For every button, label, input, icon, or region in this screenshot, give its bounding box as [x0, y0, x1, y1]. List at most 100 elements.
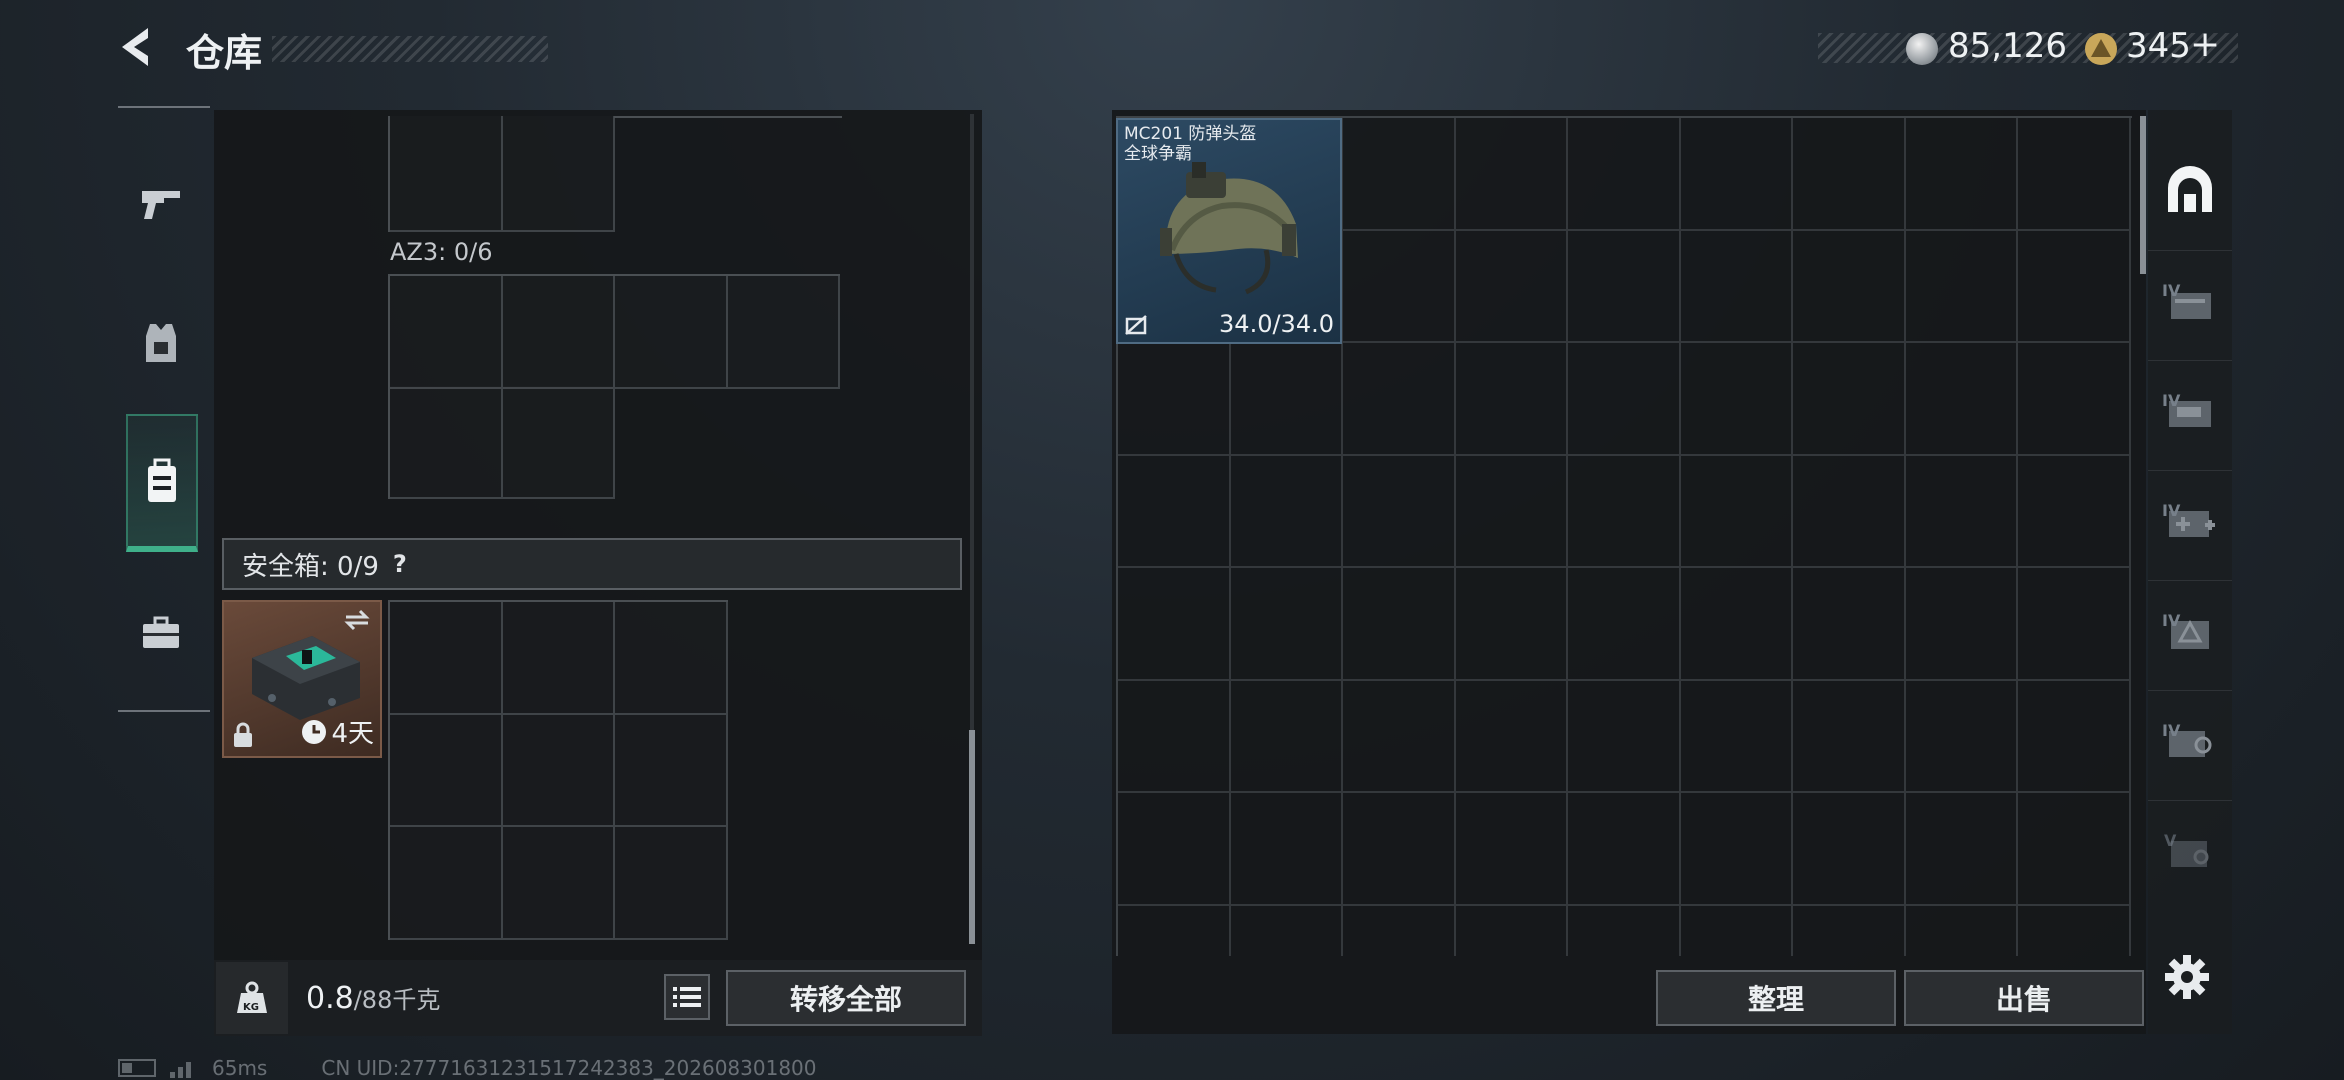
grid-cell[interactable] [1680, 680, 1793, 793]
sell-button[interactable]: 出售 [1904, 970, 2144, 1026]
grid-cell[interactable] [1230, 793, 1343, 906]
grid-cell[interactable] [1231, 905, 1343, 956]
grid-cell[interactable] [390, 602, 503, 715]
grid-cell[interactable] [390, 827, 503, 940]
grid-cell[interactable] [502, 714, 615, 827]
grid-cell[interactable] [1793, 568, 1906, 681]
grid-cell[interactable] [1793, 343, 1906, 456]
grid-cell[interactable] [1680, 230, 1793, 343]
grid-cell[interactable] [1118, 905, 1231, 956]
grid-cell[interactable] [1343, 568, 1456, 681]
grid-cell[interactable] [1568, 455, 1681, 568]
tab-tier4-weapons[interactable]: IV [2148, 250, 2232, 350]
tab-tier4-armor[interactable]: IV [2148, 360, 2232, 460]
back-button[interactable] [112, 22, 162, 72]
grid-cell[interactable] [1343, 343, 1456, 456]
grid-cell[interactable] [1681, 905, 1793, 956]
tab-backpack[interactable] [126, 414, 198, 552]
add-currency-button[interactable]: + [2190, 24, 2220, 65]
grid-cell[interactable] [2018, 568, 2131, 681]
grid-cell[interactable] [502, 276, 615, 389]
grid-cell[interactable] [1568, 905, 1681, 956]
grid-cell[interactable] [1456, 905, 1568, 956]
grid-cell[interactable] [2018, 118, 2131, 231]
grid-cell[interactable] [1230, 343, 1343, 456]
grid-cell[interactable] [1343, 118, 1456, 231]
safebox-item[interactable]: 4天 [222, 600, 382, 758]
grid-cell[interactable] [727, 276, 840, 389]
grid-cell[interactable] [1455, 568, 1568, 681]
tab-tier4-ammo[interactable]: IV [2148, 580, 2232, 680]
grid-cell[interactable] [1455, 455, 1568, 568]
grid-cell[interactable] [1568, 343, 1681, 456]
grid-cell[interactable] [1118, 793, 1231, 906]
grid-cell[interactable] [1118, 680, 1231, 793]
grid-cell[interactable] [1793, 118, 1906, 231]
grid-cell[interactable] [390, 276, 503, 389]
grid-cell[interactable] [1793, 230, 1906, 343]
swap-icon[interactable] [342, 608, 372, 632]
grid-cell[interactable] [1680, 343, 1793, 456]
grid-cell[interactable] [1680, 118, 1793, 231]
tab-case[interactable] [118, 578, 204, 688]
tab-tier5-misc[interactable]: V [2148, 800, 2232, 900]
grid-cell[interactable] [2018, 793, 2131, 906]
grid-cell[interactable] [1230, 680, 1343, 793]
grid-cell[interactable] [1905, 680, 2018, 793]
grid-cell[interactable] [2018, 230, 2131, 343]
grid-cell[interactable] [615, 276, 728, 389]
tab-all-storage[interactable] [2148, 140, 2232, 240]
helmet-item[interactable]: MC201 防弹头盔 全球争霸 34.0/34.0 [1116, 118, 1342, 344]
grid-cell[interactable] [1118, 455, 1231, 568]
grid-cell[interactable] [1905, 568, 2018, 681]
grid-cell[interactable] [615, 714, 728, 827]
grid-cell[interactable] [1455, 343, 1568, 456]
grid-cell[interactable] [502, 116, 615, 232]
grid-cell[interactable] [1680, 568, 1793, 681]
grid-cell[interactable] [1568, 680, 1681, 793]
left-scrollbar-thumb[interactable] [969, 730, 975, 944]
grid-cell[interactable] [1455, 680, 1568, 793]
grid-cell[interactable] [1905, 455, 2018, 568]
grid-cell[interactable] [1568, 568, 1681, 681]
grid-cell[interactable] [2018, 455, 2131, 568]
tab-weapons[interactable] [118, 148, 204, 258]
tab-tier4-keys[interactable]: IV [2148, 690, 2232, 790]
settings-button[interactable] [2162, 952, 2212, 1002]
grid-cell[interactable] [2018, 905, 2131, 956]
grid-cell[interactable] [2018, 343, 2131, 456]
sort-button[interactable]: 整理 [1656, 970, 1896, 1026]
tab-armor[interactable] [118, 284, 204, 404]
list-view-button[interactable] [664, 974, 710, 1020]
safebox-help-button[interactable]: ? [393, 550, 407, 578]
grid-cell[interactable] [1905, 118, 2018, 231]
grid-cell[interactable] [1568, 230, 1681, 343]
grid-cell[interactable] [502, 827, 615, 940]
grid-cell[interactable] [1793, 905, 1906, 956]
tab-tier4-medical[interactable]: IV [2148, 470, 2232, 570]
grid-cell[interactable] [390, 386, 503, 499]
grid-cell[interactable] [1343, 230, 1456, 343]
grid-cell[interactable] [2018, 680, 2131, 793]
grid-cell[interactable] [1568, 793, 1681, 906]
grid-cell[interactable] [1230, 568, 1343, 681]
stash-scrollbar-thumb[interactable] [2140, 116, 2146, 274]
grid-cell[interactable] [615, 827, 728, 940]
grid-cell[interactable] [1905, 230, 2018, 343]
grid-cell[interactable] [1680, 455, 1793, 568]
grid-cell[interactable] [1905, 343, 2018, 456]
grid-cell[interactable] [1343, 455, 1456, 568]
grid-cell[interactable] [1906, 905, 2018, 956]
grid-cell[interactable] [615, 602, 728, 715]
grid-cell[interactable] [1455, 230, 1568, 343]
grid-cell[interactable] [1905, 793, 2018, 906]
grid-cell[interactable] [1455, 118, 1568, 231]
grid-cell[interactable] [1568, 118, 1681, 231]
grid-cell[interactable] [1343, 905, 1456, 956]
grid-cell[interactable] [390, 116, 503, 232]
grid-cell[interactable] [1680, 793, 1793, 906]
grid-cell[interactable] [1118, 343, 1231, 456]
grid-cell[interactable] [1793, 455, 1906, 568]
grid-cell[interactable] [1793, 793, 1906, 906]
grid-cell[interactable] [1118, 568, 1231, 681]
